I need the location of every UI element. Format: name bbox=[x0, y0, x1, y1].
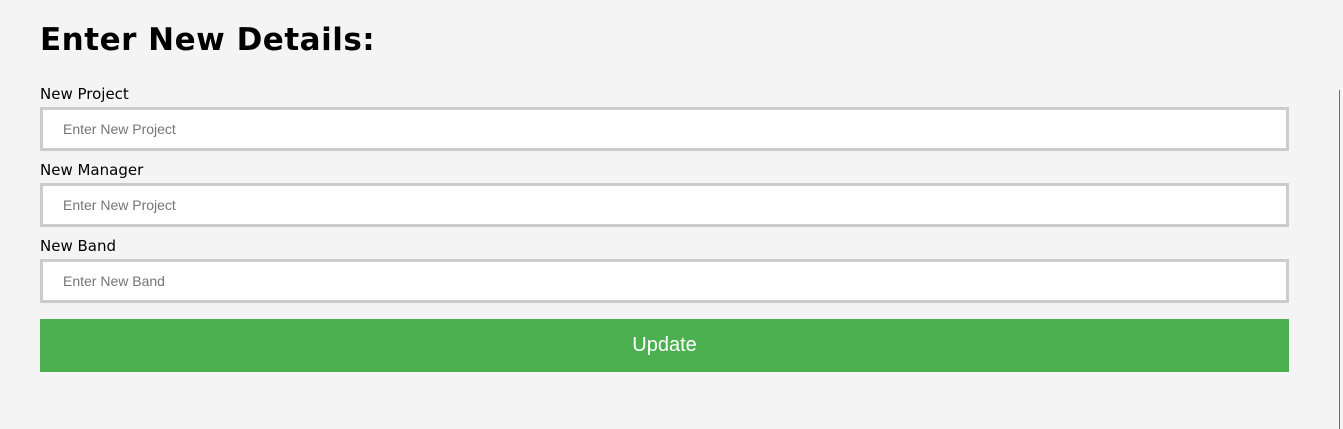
new-manager-input[interactable] bbox=[40, 183, 1289, 227]
scrollbar-edge[interactable] bbox=[1339, 90, 1340, 429]
new-band-label: New Band bbox=[40, 237, 116, 255]
new-project-input[interactable] bbox=[40, 107, 1289, 151]
new-band-input[interactable] bbox=[40, 259, 1289, 303]
new-manager-label: New Manager bbox=[40, 161, 144, 179]
page-title: Enter New Details: bbox=[40, 22, 376, 58]
edit-details-form: Enter New Details: New Project New Manag… bbox=[40, 0, 1289, 372]
update-button[interactable]: Update bbox=[40, 319, 1289, 372]
new-project-label: New Project bbox=[40, 85, 129, 103]
